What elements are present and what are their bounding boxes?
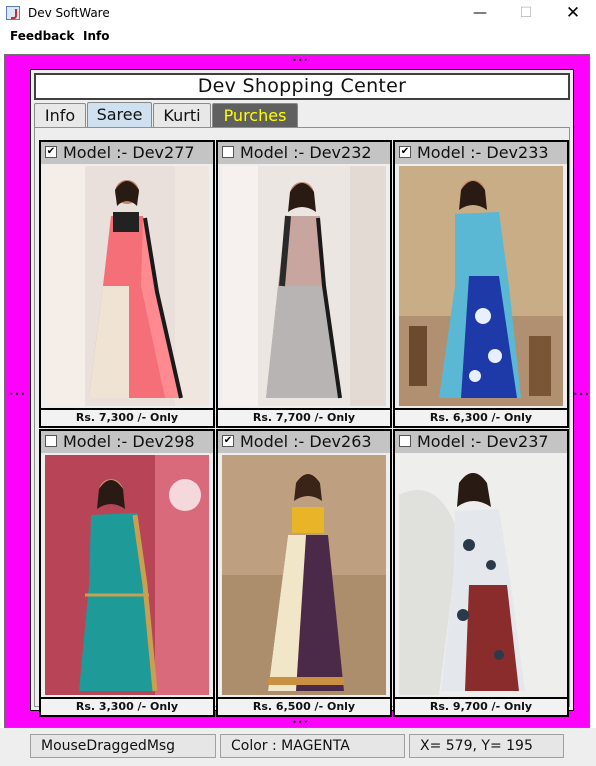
product-image-dev277 xyxy=(45,166,209,406)
minimize-button[interactable]: — xyxy=(457,0,503,27)
product-card-dev233: ✔ Model :- Dev233 Rs. 6,300 /- Only xyxy=(393,140,569,428)
color-status-field: Color : MAGENTA xyxy=(220,734,405,758)
tab-info[interactable]: Info xyxy=(34,103,86,127)
card-header: Model :- Dev237 xyxy=(395,431,567,453)
model-label: Model :- Dev298 xyxy=(63,432,195,451)
model-label: Model :- Dev232 xyxy=(240,143,372,162)
model-label: Model :- Dev233 xyxy=(417,143,549,162)
menu-feedback[interactable]: Feedback xyxy=(10,29,74,43)
close-button[interactable]: ✕ xyxy=(550,0,596,27)
product-image-dev232 xyxy=(222,166,386,406)
tab-kurti[interactable]: Kurti xyxy=(153,103,211,127)
status-bar: MouseDraggedMsg Color : MAGENTA X= 579, … xyxy=(0,728,596,766)
price-label: Rs. 9,700 /- Only xyxy=(395,697,567,715)
card-header: ✔ Model :- Dev263 xyxy=(218,431,390,453)
tab-purches[interactable]: Purches xyxy=(212,103,298,127)
model-label: Model :- Dev277 xyxy=(63,143,195,162)
shopping-panel: Dev Shopping Center Info Saree Kurti Pur… xyxy=(30,69,574,717)
select-checkbox-dev232[interactable] xyxy=(222,146,234,158)
select-checkbox-dev298[interactable] xyxy=(45,435,57,447)
event-message-field: MouseDraggedMsg xyxy=(30,734,216,758)
java-cup-icon xyxy=(6,6,20,20)
product-card-dev277: ✔ Model :- Dev277 Rs. 7,300 /- Only xyxy=(39,140,215,428)
select-checkbox-dev263[interactable]: ✔ xyxy=(222,435,234,447)
top-splitter-handle[interactable]: ••• xyxy=(292,57,309,65)
product-image-dev233 xyxy=(399,166,563,406)
card-header: Model :- Dev298 xyxy=(41,431,213,453)
select-checkbox-dev233[interactable]: ✔ xyxy=(399,146,411,158)
select-checkbox-dev237[interactable] xyxy=(399,435,411,447)
model-label: Model :- Dev237 xyxy=(417,432,549,451)
card-header: ✔ Model :- Dev233 xyxy=(395,142,567,164)
price-label: Rs. 6,500 /- Only xyxy=(218,697,390,715)
price-label: Rs. 6,300 /- Only xyxy=(395,408,567,426)
price-label: Rs. 7,700 /- Only xyxy=(218,408,390,426)
window-title: Dev SoftWare xyxy=(28,6,110,20)
tab-saree[interactable]: Saree xyxy=(87,102,152,127)
saree-grid: ✔ Model :- Dev277 Rs. 7,300 /- Only Mode… xyxy=(34,127,570,717)
product-image-dev263 xyxy=(222,455,386,695)
bottom-splitter-handle[interactable]: ••• xyxy=(292,719,309,727)
maximize-button[interactable]: ☐ xyxy=(503,0,549,27)
left-splitter-handle[interactable]: ••• xyxy=(9,391,26,399)
menu-info[interactable]: Info xyxy=(83,29,109,43)
mouse-coords-field: X= 579, Y= 195 xyxy=(409,734,564,758)
shop-title: Dev Shopping Center xyxy=(34,73,570,100)
product-card-dev263: ✔ Model :- Dev263 Rs. 6,500 /- Only xyxy=(216,429,392,717)
price-label: Rs. 7,300 /- Only xyxy=(41,408,213,426)
menu-bar: Feedback Info xyxy=(0,27,596,47)
right-splitter-handle[interactable]: ••• xyxy=(573,391,590,399)
product-image-dev298 xyxy=(45,455,209,695)
card-header: ✔ Model :- Dev277 xyxy=(41,142,213,164)
color-frame[interactable]: ••• ••• ••• ••• Dev Shopping Center Info… xyxy=(4,54,590,728)
product-card-dev237: Model :- Dev237 Rs. 9,700 /- Only xyxy=(393,429,569,717)
product-image-dev237 xyxy=(399,455,563,695)
title-bar: Dev SoftWare — ☐ ✕ xyxy=(0,0,596,27)
card-header: Model :- Dev232 xyxy=(218,142,390,164)
select-checkbox-dev277[interactable]: ✔ xyxy=(45,146,57,158)
model-label: Model :- Dev263 xyxy=(240,432,372,451)
product-card-dev298: Model :- Dev298 Rs. 3,300 /- Only xyxy=(39,429,215,717)
price-label: Rs. 3,300 /- Only xyxy=(41,697,213,715)
product-card-dev232: Model :- Dev232 Rs. 7,700 /- Only xyxy=(216,140,392,428)
